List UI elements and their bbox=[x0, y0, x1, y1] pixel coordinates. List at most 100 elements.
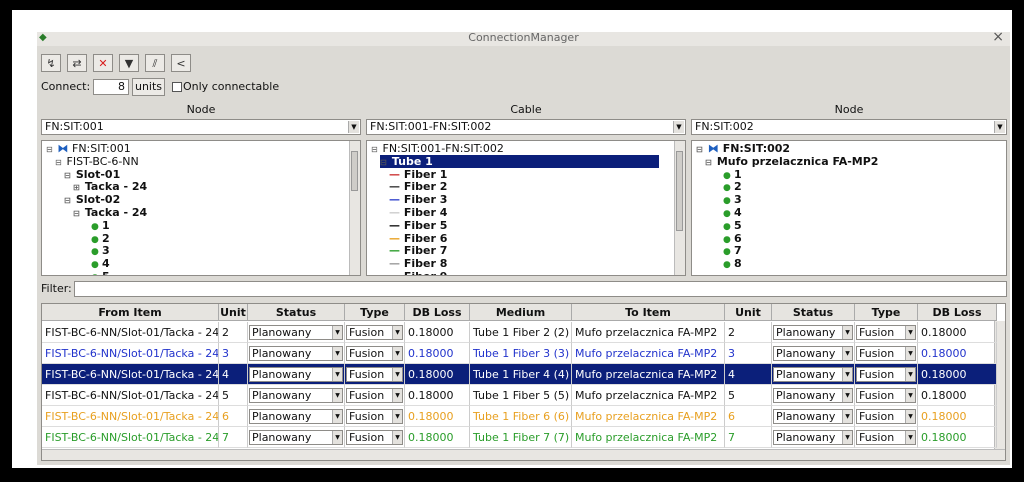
status-select[interactable]: Planowany ▼ bbox=[773, 346, 853, 361]
table-row[interactable]: FIST-BC-6-NN/Slot-01/Tacka - 24 3 Planowan… bbox=[42, 343, 997, 364]
tree-node[interactable]: ⊟ ⧓ FN:SIT:002 bbox=[696, 142, 790, 155]
table-cell-status2[interactable]: Planowany ▼ bbox=[772, 427, 855, 448]
type-select[interactable]: Fusion ▼ bbox=[856, 367, 916, 382]
status-select[interactable]: Planowany ▼ bbox=[773, 409, 853, 424]
status-select[interactable]: Planowany ▼ bbox=[249, 430, 343, 445]
table-row[interactable]: FIST-BC-6-NN/Slot-01/Tacka - 24 7 Planowan… bbox=[42, 427, 997, 448]
tree-node[interactable]: ● 8 bbox=[723, 257, 742, 270]
table-cell-type2[interactable]: Fusion ▼ bbox=[855, 427, 918, 448]
type-select[interactable]: Fusion ▼ bbox=[346, 325, 403, 340]
swap-icon[interactable]: ⇄ bbox=[67, 54, 87, 72]
tree-node[interactable]: — Fiber 1 bbox=[389, 168, 447, 181]
cable-tree[interactable]: ⊟ FN:SIT:001-FN:SIT:002 ⊟ Tube 1— Fiber 1… bbox=[366, 140, 686, 276]
chevron-down-icon[interactable]: ▼ bbox=[392, 389, 402, 402]
chevron-down-icon[interactable]: ▼ bbox=[905, 368, 915, 381]
table-cell-status2[interactable]: Planowany ▼ bbox=[772, 343, 855, 364]
table-cell-type2[interactable]: Fusion ▼ bbox=[855, 406, 918, 427]
filter-input[interactable] bbox=[74, 281, 1007, 297]
tree-node[interactable]: — Fiber 8 bbox=[389, 257, 447, 270]
close-button[interactable]: × bbox=[992, 32, 1004, 45]
tree-node[interactable]: ● 3 bbox=[91, 244, 110, 257]
table-cell-type[interactable]: Fusion ▼ bbox=[345, 427, 405, 448]
status-select[interactable]: Planowany ▼ bbox=[249, 367, 343, 382]
type-select[interactable]: Fusion ▼ bbox=[856, 325, 916, 340]
collapse-icon[interactable]: ⊟ bbox=[705, 156, 713, 169]
column-header[interactable]: Unit bbox=[219, 304, 248, 321]
cable-select[interactable]: FN:SIT:001-FN:SIT:002 ▼ bbox=[366, 119, 686, 135]
status-select[interactable]: Planowany ▼ bbox=[773, 388, 853, 403]
tree-node[interactable]: ● 6 bbox=[723, 232, 742, 245]
type-select[interactable]: Fusion ▼ bbox=[856, 430, 916, 445]
table-cell-type[interactable]: Fusion ▼ bbox=[345, 343, 405, 364]
chevron-down-icon[interactable]: ▼ bbox=[842, 431, 852, 444]
table-cell-status[interactable]: Planowany ▼ bbox=[248, 364, 345, 385]
chevron-down-icon[interactable]: ▼ bbox=[332, 347, 342, 360]
chevron-down-icon[interactable]: ▼ bbox=[905, 347, 915, 360]
tree-node[interactable]: ● 5 bbox=[723, 219, 742, 232]
chevron-down-icon[interactable]: ▼ bbox=[332, 368, 342, 381]
table-cell-type2[interactable]: Fusion ▼ bbox=[855, 364, 918, 385]
status-select[interactable]: Planowany ▼ bbox=[249, 409, 343, 424]
delete-icon[interactable]: ✕ bbox=[93, 54, 113, 72]
chevron-down-icon[interactable]: ▼ bbox=[392, 368, 402, 381]
tree-node[interactable]: ⊟ FIST-BC-6-NN bbox=[55, 155, 139, 168]
type-select[interactable]: Fusion ▼ bbox=[346, 409, 403, 424]
chevron-down-icon[interactable]: ▼ bbox=[842, 389, 852, 402]
table-row[interactable]: FIST-BC-6-NN/Slot-01/Tacka - 24 6 Planowan… bbox=[42, 406, 997, 427]
table-cell-type[interactable]: Fusion ▼ bbox=[345, 385, 405, 406]
column-header[interactable]: Type bbox=[345, 304, 405, 321]
left-tree-scrollbar[interactable] bbox=[349, 141, 360, 275]
chevron-down-icon[interactable]: ▼ bbox=[842, 326, 852, 339]
table-row[interactable]: FIST-BC-6-NN/Slot-01/Tacka - 24 4 Planowan… bbox=[42, 364, 997, 385]
tree-node[interactable]: ● 1 bbox=[723, 168, 742, 181]
column-header[interactable]: Type bbox=[855, 304, 918, 321]
table-cell-status[interactable]: Planowany ▼ bbox=[248, 322, 345, 343]
table-cell-status2[interactable]: Planowany ▼ bbox=[772, 406, 855, 427]
tree-node[interactable]: ⊟ Slot-02 bbox=[64, 193, 120, 206]
table-cell-type2[interactable]: Fusion ▼ bbox=[855, 385, 918, 406]
chevron-down-icon[interactable]: ▼ bbox=[905, 326, 915, 339]
table-cell-status[interactable]: Planowany ▼ bbox=[248, 343, 345, 364]
right-node-select[interactable]: FN:SIT:002 ▼ bbox=[691, 119, 1007, 135]
type-select[interactable]: Fusion ▼ bbox=[346, 367, 403, 382]
tree-node[interactable]: ● 1 bbox=[91, 219, 110, 232]
tree-node[interactable]: — Fiber 2 bbox=[389, 180, 447, 193]
tree-node[interactable]: ● 2 bbox=[91, 232, 110, 245]
table-cell-type[interactable]: Fusion ▼ bbox=[345, 406, 405, 427]
tree-node[interactable]: ● 4 bbox=[91, 257, 110, 270]
collapse-icon[interactable]: ⊟ bbox=[696, 143, 704, 156]
chevron-down-icon[interactable]: ▼ bbox=[392, 326, 402, 339]
filter-icon[interactable]: ▼ bbox=[119, 54, 139, 72]
table-cell-status[interactable]: Planowany ▼ bbox=[248, 406, 345, 427]
collapse-icon[interactable]: ⊟ bbox=[55, 156, 63, 169]
chevron-down-icon[interactable]: ▼ bbox=[332, 410, 342, 423]
type-select[interactable]: Fusion ▼ bbox=[346, 346, 403, 361]
tree-node[interactable]: — Fiber 5 bbox=[389, 219, 447, 232]
table-cell-status[interactable]: Planowany ▼ bbox=[248, 385, 345, 406]
tree-node[interactable]: ⊟ Tube 1 bbox=[380, 154, 659, 169]
column-header[interactable]: To Item bbox=[572, 304, 725, 321]
column-header[interactable]: Unit bbox=[725, 304, 772, 321]
status-select[interactable]: Planowany ▼ bbox=[249, 325, 343, 340]
collapse-icon[interactable]: ⊟ bbox=[371, 143, 379, 156]
column-header[interactable]: DB Loss bbox=[918, 304, 997, 321]
chevron-down-icon[interactable]: ▼ bbox=[392, 431, 402, 444]
units-button[interactable]: units bbox=[132, 78, 165, 96]
table-cell-status2[interactable]: Planowany ▼ bbox=[772, 322, 855, 343]
chevron-down-icon[interactable]: ▼ bbox=[348, 121, 359, 133]
table-row[interactable]: FIST-BC-6-NN/Slot-01/Tacka - 24 2 Planowan… bbox=[42, 322, 997, 343]
chevron-down-icon[interactable]: ▼ bbox=[905, 431, 915, 444]
tree-node[interactable]: ● 3 bbox=[723, 193, 742, 206]
status-select[interactable]: Planowany ▼ bbox=[773, 367, 853, 382]
tree-node[interactable]: ● 2 bbox=[723, 180, 742, 193]
table-cell-type[interactable]: Fusion ▼ bbox=[345, 322, 405, 343]
collapse-icon[interactable]: ⊟ bbox=[380, 156, 388, 169]
tree-node[interactable]: ⊟ FN:SIT:001-FN:SIT:002 bbox=[371, 142, 504, 155]
tree-node[interactable]: ⊟ Slot-01 bbox=[64, 168, 120, 181]
collapse-icon[interactable]: ⊟ bbox=[64, 194, 72, 207]
status-select[interactable]: Planowany ▼ bbox=[773, 325, 853, 340]
type-select[interactable]: Fusion ▼ bbox=[346, 388, 403, 403]
tree-node[interactable]: ● 7 bbox=[723, 244, 742, 257]
table-cell-status2[interactable]: Planowany ▼ bbox=[772, 385, 855, 406]
chevron-down-icon[interactable]: ▼ bbox=[905, 410, 915, 423]
